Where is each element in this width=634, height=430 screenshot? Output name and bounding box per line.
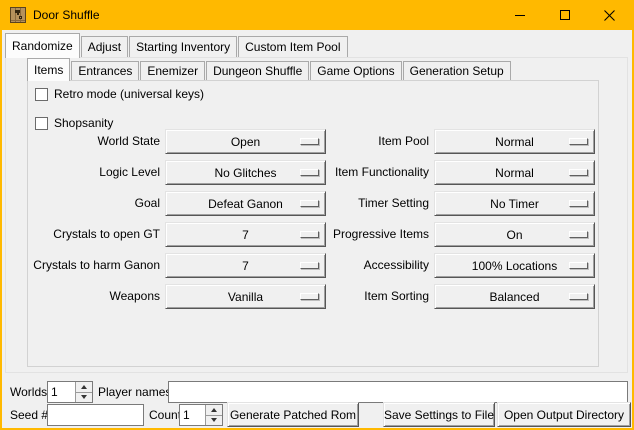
worlds-spin-buttons	[75, 382, 92, 402]
item-sorting-label: Item Sorting	[300, 284, 429, 309]
item-pool-dropdown[interactable]: Normal	[434, 129, 595, 154]
maximize-button[interactable]	[542, 0, 587, 30]
close-icon	[604, 10, 615, 21]
crystals-ganon-value: 7	[242, 259, 249, 273]
player-names-field[interactable]	[169, 382, 627, 402]
player-names-label: Player names	[98, 381, 171, 403]
crystals-ganon-label: Crystals to harm Ganon	[30, 253, 160, 278]
weapons-value: Vanilla	[228, 290, 263, 304]
main-tab-bar: Randomize Adjust Starting Inventory Cust…	[5, 33, 349, 57]
maximize-icon	[560, 10, 570, 20]
seed-field[interactable]	[48, 405, 143, 425]
timer-setting-label: Timer Setting	[300, 191, 429, 216]
count-spin-buttons	[205, 405, 222, 425]
dropdown-indicator-icon	[569, 293, 588, 300]
arrow-up-icon	[81, 385, 87, 389]
count-input[interactable]	[180, 405, 205, 425]
retro-mode-row: Retro mode (universal keys)	[35, 87, 204, 101]
item-functionality-value: Normal	[495, 166, 534, 180]
logic-level-value: No Glitches	[214, 166, 276, 180]
tab-entrances[interactable]: Entrances	[71, 61, 139, 80]
world-state-label: World State	[30, 129, 160, 154]
item-functionality-dropdown[interactable]: Normal	[434, 160, 595, 185]
dropdown-indicator-icon	[569, 231, 588, 238]
accessibility-label: Accessibility	[300, 253, 429, 278]
logic-level-label: Logic Level	[30, 160, 160, 185]
crystals-gt-value: 7	[242, 228, 249, 242]
tab-starting-inventory[interactable]: Starting Inventory	[129, 36, 237, 57]
shopsanity-checkbox[interactable]	[35, 117, 48, 130]
item-sorting-dropdown[interactable]: Balanced	[434, 284, 595, 309]
shopsanity-row: Shopsanity	[35, 116, 113, 130]
item-pool-value: Normal	[495, 135, 534, 149]
player-names-field-wrap	[168, 381, 628, 403]
goal-label: Goal	[30, 191, 160, 216]
count-spinner[interactable]	[179, 404, 223, 426]
timer-setting-dropdown[interactable]: No Timer	[434, 191, 595, 216]
progressive-items-dropdown[interactable]: On	[434, 222, 595, 247]
dropdown-indicator-icon	[569, 138, 588, 145]
dropdown-indicator-icon	[569, 200, 588, 207]
minimize-button[interactable]	[497, 0, 542, 30]
accessibility-dropdown[interactable]: 100% Locations	[434, 253, 595, 278]
accessibility-value: 100% Locations	[472, 259, 557, 273]
open-output-directory-button[interactable]: Open Output Directory	[497, 402, 631, 427]
close-button[interactable]	[587, 0, 632, 30]
tab-randomize[interactable]: Randomize	[5, 33, 80, 58]
item-pool-label: Item Pool	[300, 129, 429, 154]
progressive-items-value: On	[506, 228, 522, 242]
seed-label: Seed #	[10, 404, 48, 426]
world-state-value: Open	[231, 135, 260, 149]
timer-setting-value: No Timer	[490, 197, 539, 211]
item-functionality-label: Item Functionality	[300, 160, 429, 185]
door-shuffle-window: Door Shuffle Randomize Adjust Starting I…	[0, 0, 634, 430]
shopsanity-label: Shopsanity	[54, 116, 113, 130]
tab-generation-setup[interactable]: Generation Setup	[403, 61, 511, 80]
tab-adjust[interactable]: Adjust	[81, 36, 128, 57]
progressive-items-label: Progressive Items	[300, 222, 429, 247]
arrow-up-icon	[211, 408, 217, 412]
sub-tab-bar: Items Entrances Enemizer Dungeon Shuffle…	[27, 58, 512, 80]
title-bar: Door Shuffle	[2, 0, 632, 30]
tab-items[interactable]: Items	[27, 58, 70, 81]
tab-enemizer[interactable]: Enemizer	[140, 61, 205, 80]
tab-dungeon-shuffle[interactable]: Dungeon Shuffle	[206, 61, 309, 80]
tab-custom-item-pool[interactable]: Custom Item Pool	[238, 36, 347, 57]
count-label: Count	[149, 404, 181, 426]
spin-down-button[interactable]	[206, 415, 222, 426]
item-sorting-value: Balanced	[489, 290, 539, 304]
goal-value: Defeat Ganon	[208, 197, 283, 211]
retro-mode-label: Retro mode (universal keys)	[54, 87, 204, 101]
spin-up-button[interactable]	[76, 382, 92, 392]
spin-down-button[interactable]	[76, 392, 92, 403]
seed-field-wrap	[47, 404, 144, 426]
tab-game-options[interactable]: Game Options	[310, 61, 401, 80]
minimize-icon	[515, 15, 525, 16]
app-door-icon	[10, 7, 26, 23]
worlds-spinner[interactable]	[47, 381, 93, 403]
dropdown-indicator-icon	[569, 169, 588, 176]
spin-up-button[interactable]	[206, 405, 222, 415]
window-title: Door Shuffle	[33, 8, 497, 22]
save-settings-button[interactable]: Save Settings to File	[383, 402, 495, 427]
worlds-input[interactable]	[48, 382, 75, 402]
arrow-down-icon	[211, 418, 217, 422]
generate-patched-rom-button[interactable]: Generate Patched Rom	[227, 402, 359, 427]
worlds-label: Worlds	[10, 381, 47, 403]
retro-mode-checkbox[interactable]	[35, 88, 48, 101]
arrow-down-icon	[81, 395, 87, 399]
weapons-label: Weapons	[30, 284, 160, 309]
dropdown-indicator-icon	[569, 262, 588, 269]
crystals-gt-label: Crystals to open GT	[30, 222, 160, 247]
